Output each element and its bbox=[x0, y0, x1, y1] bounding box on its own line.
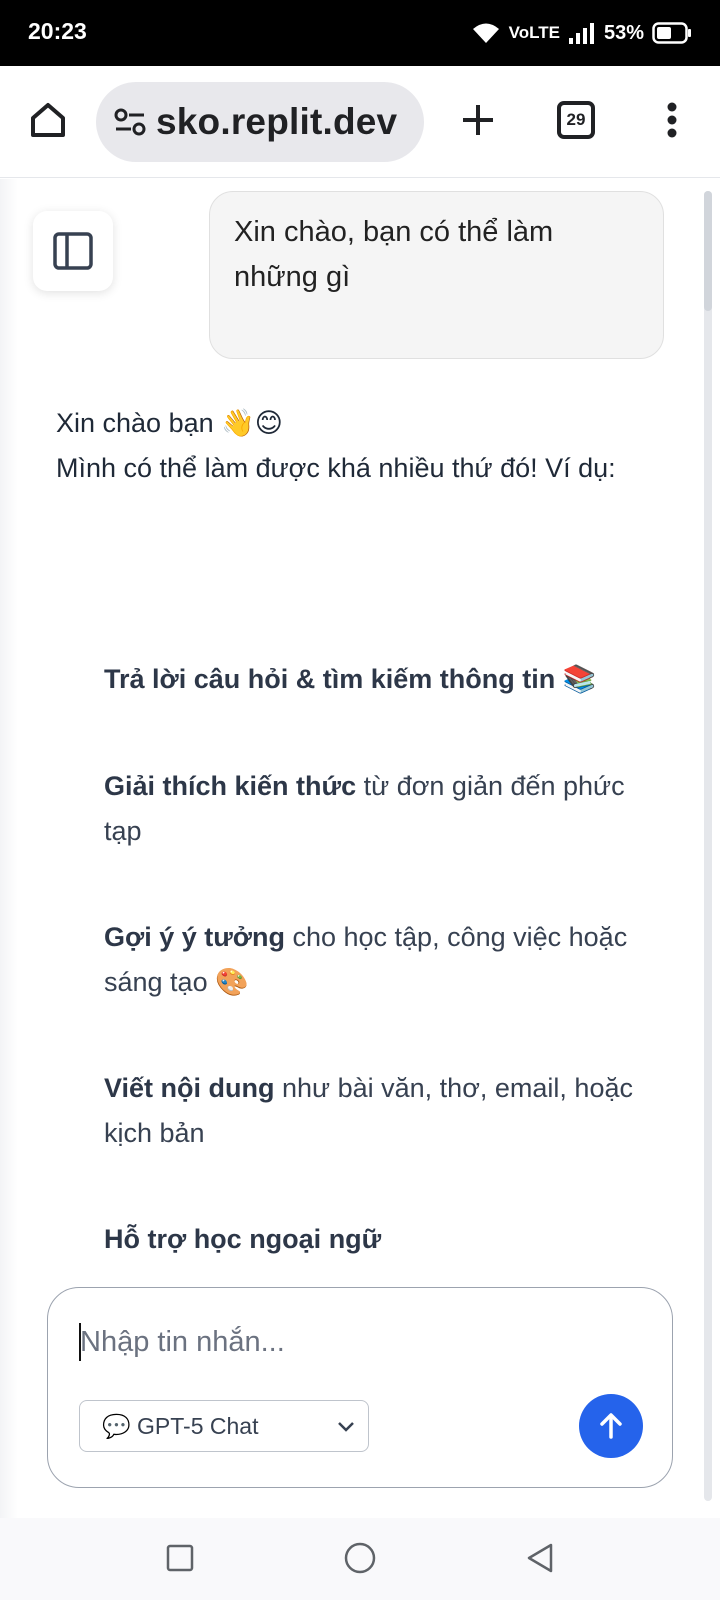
status-time: 20:23 bbox=[28, 18, 87, 44]
list-item: Viết nội dung như bài văn, thơ, email, h… bbox=[104, 1066, 634, 1156]
send-button[interactable] bbox=[579, 1394, 643, 1458]
tab-switcher-button[interactable]: 29 bbox=[550, 94, 602, 146]
left-edge-shadow bbox=[0, 179, 18, 1518]
site-settings-icon[interactable] bbox=[112, 104, 148, 140]
list-item-bold: Trả lời câu hỏi & tìm kiếm thông tin 📚 bbox=[104, 664, 597, 694]
system-nav-bar bbox=[0, 1518, 720, 1600]
home-button[interactable] bbox=[22, 94, 74, 146]
list-item: Gợi ý ý tưởng cho học tập, công việc hoặ… bbox=[104, 915, 634, 1005]
back-button[interactable] bbox=[520, 1538, 560, 1578]
assistant-greeting: Xin chào bạn 👋😊 bbox=[56, 408, 283, 438]
list-item: Giải thích kiến thức từ đơn giản đến phứ… bbox=[104, 764, 634, 854]
chevron-down-icon bbox=[338, 1422, 354, 1432]
sidebar-toggle-button[interactable] bbox=[33, 211, 113, 291]
home-nav-button[interactable] bbox=[340, 1538, 380, 1578]
new-tab-icon bbox=[463, 105, 493, 135]
status-icons: VoLTE 53% bbox=[471, 18, 692, 48]
square-icon bbox=[166, 1544, 194, 1572]
scrollbar-track[interactable] bbox=[704, 191, 712, 1501]
battery-percent: 53% bbox=[603, 21, 644, 44]
tab-count: 29 bbox=[566, 110, 586, 129]
recent-apps-button[interactable] bbox=[160, 1538, 200, 1578]
model-select-value: 💬 GPT-5 Chat bbox=[102, 1412, 259, 1439]
battery-icon bbox=[652, 22, 691, 44]
more-menu-icon bbox=[667, 102, 677, 138]
arrow-up-icon bbox=[600, 1413, 622, 1439]
message-composer: 💬 GPT-5 Chat bbox=[47, 1287, 673, 1488]
browser-toolbar: sko.replit.dev 29 bbox=[0, 66, 720, 178]
scrollbar-thumb[interactable] bbox=[704, 191, 712, 311]
status-bar: 20:23 VoLTE 53% bbox=[0, 0, 720, 66]
list-item-bold: Hỗ trợ học ngoại ngữ bbox=[104, 1224, 382, 1254]
address-bar[interactable]: sko.replit.dev bbox=[96, 82, 424, 162]
user-message-bubble: Xin chào, bạn có thể làm những gì bbox=[209, 191, 664, 359]
more-menu-button[interactable] bbox=[646, 94, 698, 146]
tab-switcher-icon: 29 bbox=[557, 101, 595, 139]
new-tab-button[interactable] bbox=[452, 94, 504, 146]
back-triangle-icon bbox=[527, 1543, 553, 1573]
signal-icon bbox=[568, 23, 594, 44]
url-text: sko.replit.dev bbox=[156, 101, 398, 142]
model-select[interactable]: 💬 GPT-5 Chat bbox=[79, 1400, 369, 1452]
message-input[interactable] bbox=[80, 1318, 640, 1366]
list-item-bold: Viết nội dung bbox=[104, 1073, 275, 1103]
network-type-label: VoLTE bbox=[508, 23, 560, 42]
home-icon bbox=[31, 103, 65, 137]
list-item: Hỗ trợ học ngoại ngữ bbox=[104, 1217, 634, 1262]
sidebar-icon bbox=[53, 232, 93, 270]
list-item-bold: Giải thích kiến thức bbox=[104, 771, 357, 801]
text-cursor bbox=[79, 1323, 81, 1361]
wifi-icon bbox=[472, 23, 499, 43]
list-item: Trả lời câu hỏi & tìm kiếm thông tin 📚 bbox=[104, 657, 634, 702]
user-message-text: Xin chào, bạn có thể làm những gì bbox=[234, 216, 554, 293]
assistant-message: Xin chào bạn 👋😊 Mình có thể làm được khá… bbox=[56, 401, 646, 491]
list-item-bold: Gợi ý ý tưởng bbox=[104, 922, 285, 952]
assistant-intro: Mình có thể làm được khá nhiều thứ đó! V… bbox=[56, 453, 616, 483]
circle-icon bbox=[344, 1542, 376, 1574]
